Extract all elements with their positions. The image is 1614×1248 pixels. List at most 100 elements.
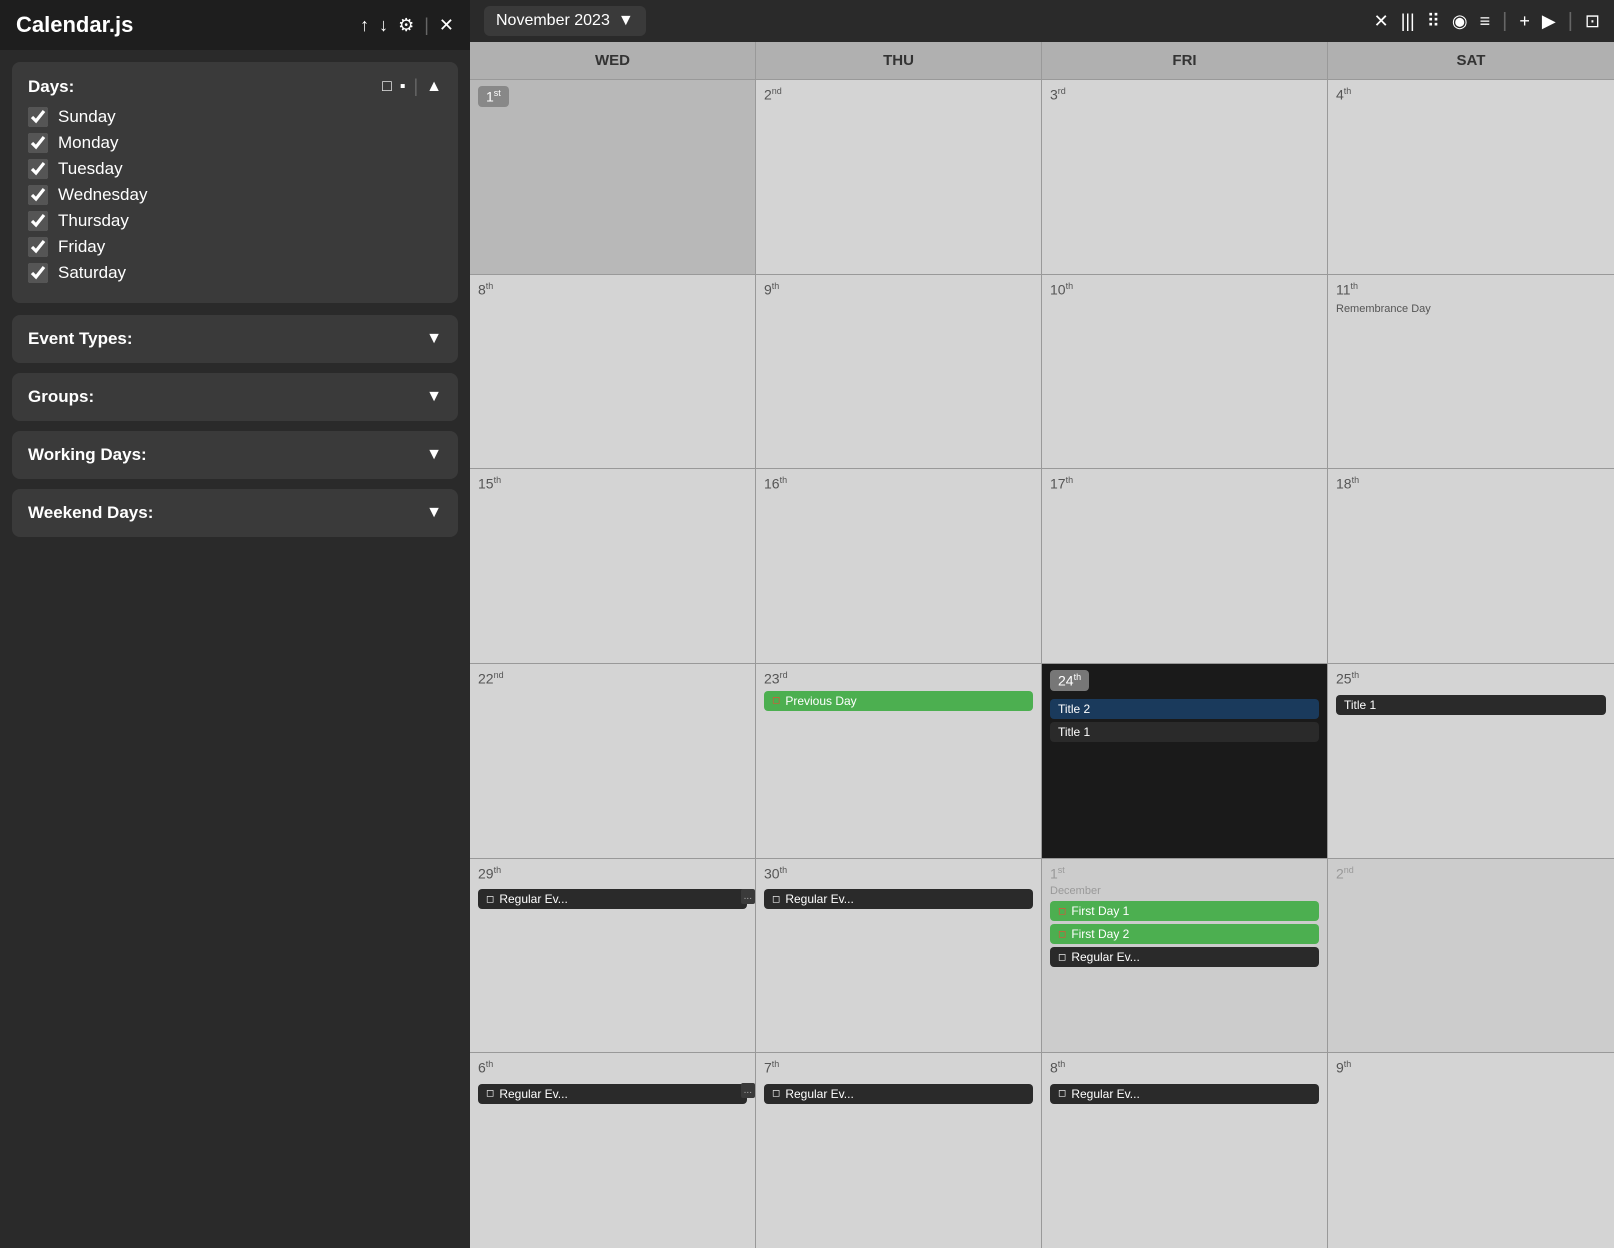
event-label: Title 2 bbox=[1058, 702, 1090, 716]
calendar-cell[interactable]: 10th bbox=[1042, 275, 1328, 469]
event-badge-regular-dec1[interactable]: ◻ Regular Ev... bbox=[1050, 947, 1319, 967]
grid-icon[interactable]: ⠿ bbox=[1427, 11, 1440, 32]
calendar-cell[interactable]: 17th bbox=[1042, 469, 1328, 663]
calendar-cell[interactable]: 25th Title 1 bbox=[1328, 664, 1614, 858]
calendar-cell[interactable]: 18th bbox=[1328, 469, 1614, 663]
date-number: 7th bbox=[764, 1059, 779, 1076]
calendar-cell[interactable]: 9th bbox=[1328, 1053, 1614, 1248]
wednesday-checkbox[interactable] bbox=[28, 185, 48, 205]
calendar-cell[interactable]: 15th bbox=[470, 469, 756, 663]
calendar-cell[interactable]: 7th ◻ Regular Ev... bbox=[756, 1053, 1042, 1248]
toolbar: November 2023 ▼ ✕ ||| ⠿ ◉ ≡ | + ▶ | ⊡ bbox=[470, 0, 1614, 42]
event-icon: ◻ bbox=[772, 894, 780, 905]
calendar-cell[interactable]: 6th ... ◻ Regular Ev... bbox=[470, 1053, 756, 1248]
calendar-cell[interactable]: 29th ... ◻ Regular Ev... bbox=[470, 859, 756, 1053]
eye-icon[interactable]: ◉ bbox=[1452, 11, 1468, 32]
calendar-cell[interactable]: 1st bbox=[470, 80, 756, 274]
sunday-checkbox[interactable] bbox=[28, 107, 48, 127]
event-badge-title2[interactable]: Title 2 bbox=[1050, 699, 1319, 719]
date-number: 15th bbox=[478, 475, 501, 492]
calendar-cell-today[interactable]: 24th Title 2 Title 1 bbox=[1042, 664, 1328, 858]
event-badge-regular-30[interactable]: ◻ Regular Ev... bbox=[764, 889, 1033, 909]
calendar-cell[interactable]: 4th bbox=[1328, 80, 1614, 274]
close-icon[interactable]: ✕ bbox=[439, 15, 454, 36]
month-label: November 2023 bbox=[496, 12, 610, 30]
friday-checkbox[interactable] bbox=[28, 237, 48, 257]
month-selector[interactable]: November 2023 ▼ bbox=[484, 6, 646, 36]
event-types-arrow: ▼ bbox=[426, 330, 442, 348]
event-label: Regular Ev... bbox=[785, 892, 853, 906]
date-number: 4th bbox=[1336, 86, 1351, 103]
event-badge-firstday2[interactable]: ◻ First Day 2 bbox=[1050, 924, 1319, 944]
calendar-cell[interactable]: 8th ◻ Regular Ev... bbox=[1042, 1053, 1328, 1248]
grid-view-icon[interactable]: ▪ bbox=[400, 78, 406, 96]
date-number: 9th bbox=[1336, 1059, 1351, 1076]
date-number: 17th bbox=[1050, 475, 1073, 492]
event-badge-regular-6[interactable]: ◻ Regular Ev... bbox=[478, 1084, 747, 1104]
calendar-cell-december2[interactable]: 2nd bbox=[1328, 859, 1614, 1053]
calendar-cell[interactable]: 2nd bbox=[756, 80, 1042, 274]
event-badge-previous-day[interactable]: ◻ Previous Day bbox=[764, 691, 1033, 711]
event-badge-title1-fri[interactable]: Title 1 bbox=[1050, 722, 1319, 742]
month-label: December bbox=[1050, 885, 1319, 897]
event-badge-title1-sat[interactable]: Title 1 bbox=[1336, 695, 1606, 715]
toolbar-divider-2: | bbox=[1568, 10, 1573, 33]
event-types-section[interactable]: Event Types: ▼ bbox=[12, 315, 458, 363]
divider: | bbox=[413, 76, 418, 97]
calendar-row: 6th ... ◻ Regular Ev... 7th ◻ Regular Ev… bbox=[470, 1053, 1614, 1248]
overflow-indicator: ... bbox=[741, 1083, 755, 1098]
toolbar-right: ✕ ||| ⠿ ◉ ≡ | + ▶ | ⊡ bbox=[1374, 10, 1600, 33]
calendar-cell[interactable]: 9th bbox=[756, 275, 1042, 469]
calendar-cell[interactable]: 3rd bbox=[1042, 80, 1328, 274]
calendar-cell-december1[interactable]: 1st December ◻ First Day 1 ◻ First Day 2… bbox=[1042, 859, 1328, 1053]
expand-icon[interactable]: ▲ bbox=[426, 78, 442, 96]
working-days-section[interactable]: Working Days: ▼ bbox=[12, 431, 458, 479]
event-badge-regular-29[interactable]: ◻ Regular Ev... bbox=[478, 889, 747, 909]
weekend-days-label: Weekend Days: bbox=[28, 503, 153, 523]
tuesday-checkbox[interactable] bbox=[28, 159, 48, 179]
play-icon[interactable]: ▶ bbox=[1542, 11, 1556, 32]
toolbar-divider-1: | bbox=[1502, 10, 1507, 33]
date-number: 22nd bbox=[478, 670, 504, 687]
event-label: Regular Ev... bbox=[1071, 950, 1139, 964]
days-view-icons: □ ▪ | ▲ bbox=[382, 76, 442, 97]
event-badge-firstday1[interactable]: ◻ First Day 1 bbox=[1050, 901, 1319, 921]
calendar-row: 29th ... ◻ Regular Ev... 30th ◻ Regular … bbox=[470, 859, 1614, 1054]
month-dropdown-icon: ▼ bbox=[618, 12, 634, 30]
event-icon: ◻ bbox=[1058, 906, 1066, 917]
calendar-cell[interactable]: 11th Remembrance Day bbox=[1328, 275, 1614, 469]
calendar-cell[interactable]: 22nd bbox=[470, 664, 756, 858]
event-label: Title 1 bbox=[1344, 698, 1376, 712]
calendar-cell[interactable]: 23rd ◻ Previous Day bbox=[756, 664, 1042, 858]
thursday-checkbox[interactable] bbox=[28, 211, 48, 231]
scroll-down-icon[interactable]: ↓ bbox=[379, 15, 388, 36]
calendar-cell[interactable]: 8th bbox=[470, 275, 756, 469]
pause-icon[interactable]: ||| bbox=[1401, 11, 1415, 32]
event-icon: ◻ bbox=[1058, 952, 1066, 963]
weekend-days-section[interactable]: Weekend Days: ▼ bbox=[12, 489, 458, 537]
saturday-checkbox[interactable] bbox=[28, 263, 48, 283]
settings-icon[interactable]: ⚙ bbox=[398, 15, 414, 36]
close-toolbar-icon[interactable]: ✕ bbox=[1374, 11, 1389, 32]
calendar-cell[interactable]: 16th bbox=[756, 469, 1042, 663]
event-label: First Day 1 bbox=[1071, 904, 1129, 918]
date-number: 16th bbox=[764, 475, 787, 492]
event-label: Regular Ev... bbox=[499, 892, 567, 906]
groups-section[interactable]: Groups: ▼ bbox=[12, 373, 458, 421]
list-view-icon[interactable]: □ bbox=[382, 78, 392, 96]
scroll-up-icon[interactable]: ↑ bbox=[360, 15, 369, 36]
event-icon: ◻ bbox=[772, 695, 780, 706]
event-badge-regular-8[interactable]: ◻ Regular Ev... bbox=[1050, 1084, 1319, 1104]
calendar-cell[interactable]: 30th ◻ Regular Ev... bbox=[756, 859, 1042, 1053]
thursday-label: Thursday bbox=[58, 211, 129, 231]
header-sat: SAT bbox=[1328, 42, 1614, 79]
event-icon: ◻ bbox=[486, 894, 494, 905]
header-fri: FRI bbox=[1042, 42, 1328, 79]
add-icon[interactable]: + bbox=[1519, 11, 1530, 32]
list-icon[interactable]: ≡ bbox=[1480, 11, 1491, 32]
event-types-label: Event Types: bbox=[28, 329, 133, 349]
event-badge-regular-7[interactable]: ◻ Regular Ev... bbox=[764, 1084, 1033, 1104]
fullscreen-icon[interactable]: ⊡ bbox=[1585, 11, 1600, 32]
monday-checkbox[interactable] bbox=[28, 133, 48, 153]
overflow-indicator: ... bbox=[741, 889, 755, 904]
